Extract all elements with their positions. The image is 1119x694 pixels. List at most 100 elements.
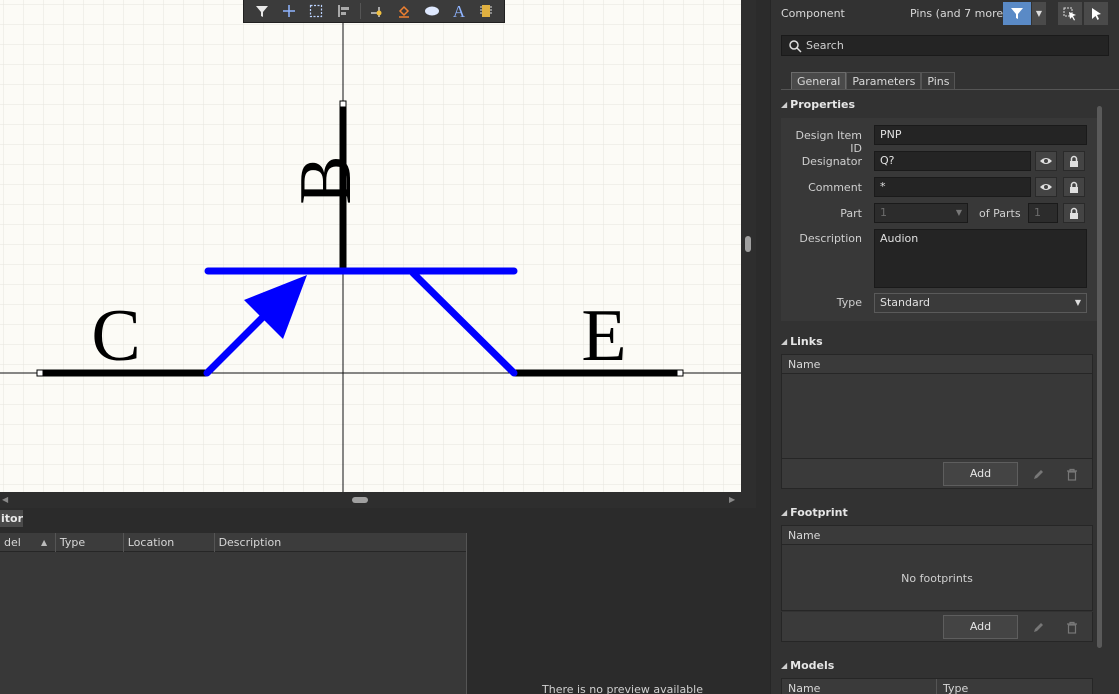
text-icon[interactable]: A [448,1,470,21]
section-links-title: Links [790,335,823,348]
trash-icon[interactable] [1059,615,1085,639]
fill-icon[interactable] [393,1,415,21]
pin-emitter-end[interactable] [676,369,684,377]
svg-text:A: A [453,3,466,19]
align-icon[interactable] [333,1,355,21]
type-label: Type [836,296,862,309]
lock-icon[interactable] [1063,151,1085,171]
section-footprint-header[interactable]: ◢ Footprint [781,506,848,519]
label-collector[interactable]: C [91,295,140,377]
links-column-header: Name [782,355,1092,374]
pencil-icon[interactable] [1025,615,1051,639]
horizontal-scroll-thumb[interactable] [352,497,368,503]
of-parts-label: of Parts [979,207,1021,220]
pencil-icon[interactable] [1025,462,1051,486]
tab-parameters[interactable]: Parameters [846,72,922,90]
column-header-location[interactable]: Location [124,533,215,552]
links-actions: Add [781,459,1093,489]
properties-filter-summary[interactable]: Pins (and 7 more) [910,7,1007,20]
scroll-left-icon[interactable]: ◀ [2,495,8,504]
description-label: Description [799,232,862,245]
section-footprint-title: Footprint [790,506,848,519]
column-header-type[interactable]: Type [56,533,124,552]
component-icon[interactable] [475,1,497,21]
links-list[interactable]: Name [781,354,1093,459]
footprint-column-header: Name [782,526,1092,545]
select-objects-icon[interactable] [1058,2,1082,25]
canvas-vertical-scrollbar[interactable] [741,0,756,510]
place-pin-icon[interactable] [366,1,388,21]
properties-panel: Component Pins (and 7 more) ▼ General Pa… [770,0,1119,694]
canvas-horizontal-scrollbar[interactable]: ◀ ▶ [0,492,741,508]
collapse-triangle-icon: ◢ [781,661,788,670]
vertical-scroll-thumb[interactable] [745,236,751,252]
section-properties-title: Properties [790,98,855,111]
tab-pins[interactable]: Pins [921,72,956,90]
trash-icon[interactable] [1059,462,1085,486]
pin-base-end[interactable] [339,100,347,108]
pin-collector-end[interactable] [36,369,44,377]
column-header-description[interactable]: Description [215,533,466,552]
lock-icon[interactable] [1063,177,1085,197]
properties-tabs: General Parameters Pins [791,72,956,90]
schematic-drawing[interactable]: B C E [0,0,741,492]
eye-icon[interactable] [1035,151,1057,171]
filter-icon[interactable] [251,1,273,21]
eye-icon[interactable] [1035,177,1057,197]
footprint-column-name: Name [788,529,821,542]
schematic-canvas[interactable]: B C E A [0,0,741,492]
of-parts-field: 1 [1028,203,1058,223]
search-input[interactable] [806,39,1096,52]
footprint-list[interactable]: Name No footprints [781,525,1093,611]
links-column-name: Name [788,358,821,371]
chevron-down-icon: ▼ [1074,298,1081,307]
label-base[interactable]: B [285,155,367,204]
footprint-add-button[interactable]: Add [943,615,1018,639]
designator-field[interactable]: Q? [874,151,1031,171]
type-select[interactable]: Standard ▼ [874,293,1087,313]
lock-icon[interactable] [1063,203,1085,223]
scroll-right-icon[interactable]: ▶ [729,495,735,504]
models-column-header: Name Type [782,679,1092,694]
section-models-title: Models [790,659,835,672]
models-column-type: Type [943,682,969,694]
sort-ascending-icon: ▲ [41,538,48,547]
collapse-triangle-icon: ◢ [781,100,788,109]
grid-background [0,0,741,492]
design-item-id-field[interactable]: PNP [874,125,1087,145]
filter-dropdown-icon[interactable]: ▼ [1032,2,1046,25]
column-header-model[interactable]: del ▲ [0,533,56,552]
model-grid[interactable]: del ▲ Type Location Description [0,533,467,694]
select-rect-icon[interactable] [305,1,327,21]
type-value: Standard [880,296,931,309]
label-emitter[interactable]: E [581,295,626,377]
column-label: del [4,536,21,549]
models-list[interactable]: Name Type [781,678,1093,694]
description-field[interactable]: Audion [874,229,1087,288]
section-models-header[interactable]: ◢ Models [781,659,834,672]
section-properties-header[interactable]: ◢ Properties [781,98,855,111]
panel-tab-editor[interactable]: itor [0,510,23,527]
select-cursor-icon[interactable] [1084,2,1108,25]
comment-label: Comment [808,181,862,194]
ellipse-icon[interactable] [421,1,443,21]
properties-object-type: Component [781,7,845,20]
collapse-triangle-icon: ◢ [781,508,788,517]
properties-scrollbar[interactable] [1097,106,1102,648]
tab-general[interactable]: General [791,72,847,90]
model-editor-panel: itor ︽ del ▲ Type Location Description T… [0,508,770,694]
comment-field[interactable]: * [874,177,1031,197]
active-bar-toolbar: A [243,0,505,23]
no-preview-text: There is no preview available [542,683,703,694]
properties-search[interactable] [781,35,1109,56]
collapse-triangle-icon: ◢ [781,337,788,346]
part-label: Part [840,207,862,220]
filter-icon[interactable] [1003,2,1031,25]
part-select[interactable]: 1 ▼ [874,203,968,223]
footprint-actions: Add [781,612,1093,642]
design-item-id-label: Design Item ID [795,129,862,155]
section-links-header[interactable]: ◢ Links [781,335,823,348]
links-add-button[interactable]: Add [943,462,1018,486]
add-crosshair-icon[interactable] [278,1,300,21]
toolbar-separator [359,3,361,19]
